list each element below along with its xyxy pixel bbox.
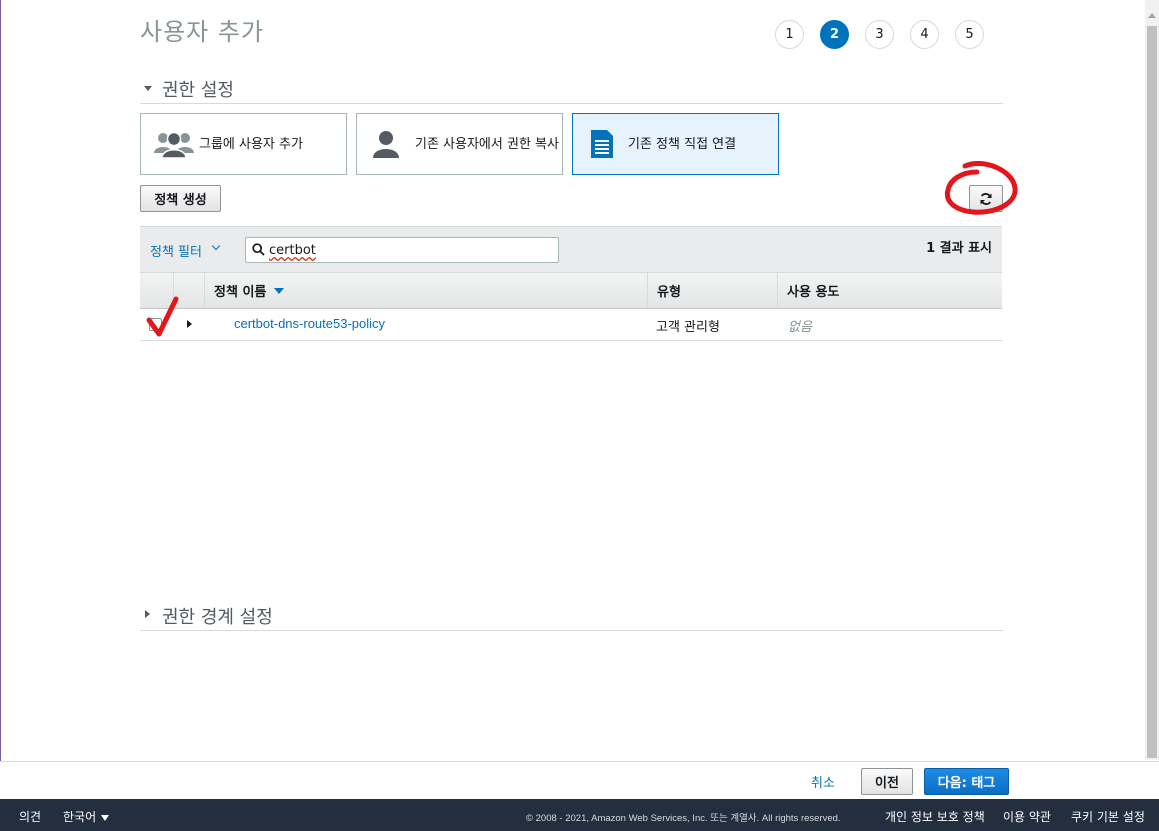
column-header-type[interactable]: 유형: [647, 273, 777, 308]
step-2-current[interactable]: 2: [820, 20, 849, 49]
caret-down-icon: [101, 814, 110, 821]
wizard-steps: 1 2 3 4 5: [775, 20, 984, 49]
option-attach-policies[interactable]: 기존 정책 직접 연결: [572, 113, 779, 175]
annotation-checkmark: [146, 296, 179, 337]
users-group-icon: [153, 129, 195, 159]
results-count: 1 결과 표시: [926, 241, 992, 256]
search-value: certbot: [269, 243, 316, 258]
column-type-label: 유형: [657, 285, 681, 300]
caret-right-icon: [145, 610, 150, 618]
column-name-label: 정책 이름: [214, 285, 267, 300]
previous-button[interactable]: 이전: [861, 768, 913, 795]
sort-desc-icon[interactable]: [274, 287, 285, 294]
policy-usage: 없음: [788, 320, 812, 335]
step-4[interactable]: 4: [910, 20, 939, 49]
terms-link[interactable]: 이용 약관: [1003, 808, 1051, 825]
annotation-circle: [944, 160, 1018, 215]
policy-name-link[interactable]: certbot-dns-route53-policy: [234, 316, 385, 331]
permissions-section-header[interactable]: 권한 설정: [140, 76, 1003, 104]
document-icon: [589, 129, 615, 159]
policy-type: 고객 관리형: [656, 320, 720, 335]
option-copy-permissions-label: 기존 사용자에서 권한 복사: [415, 136, 559, 152]
chevron-down-icon[interactable]: [211, 241, 221, 251]
window-edge: [0, 0, 1, 800]
table-row[interactable]: certbot-dns-route53-policy 고객 관리형 없음: [140, 309, 1002, 341]
page-title: 사용자 추가: [140, 18, 265, 46]
caret-down-icon: [144, 86, 152, 91]
language-label: 한국어: [63, 810, 97, 824]
language-selector[interactable]: 한국어: [63, 808, 110, 825]
boundary-section-title: 권한 경계 설정: [162, 607, 273, 628]
step-5[interactable]: 5: [955, 20, 984, 49]
cancel-link[interactable]: 취소: [811, 772, 835, 791]
option-add-to-group[interactable]: 그룹에 사용자 추가: [140, 113, 347, 175]
policy-table-header: 정책 이름 유형 사용 용도: [140, 272, 1002, 309]
column-header-name[interactable]: 정책 이름: [204, 273, 647, 308]
policy-search-input[interactable]: certbot: [245, 237, 559, 263]
scroll-up-arrow-icon[interactable]: [1148, 13, 1156, 18]
boundary-section-header[interactable]: 권한 경계 설정: [140, 603, 1003, 631]
option-copy-permissions[interactable]: 기존 사용자에서 권한 복사: [356, 113, 563, 175]
option-add-to-group-label: 그룹에 사용자 추가: [199, 136, 303, 152]
column-usage-label: 사용 용도: [787, 285, 840, 300]
policy-toolbar: 정책 필터 certbot 1 결과 표시: [140, 226, 1002, 273]
column-header-usage[interactable]: 사용 용도: [777, 273, 1002, 308]
feedback-link[interactable]: 의견: [19, 808, 41, 825]
step-3[interactable]: 3: [865, 20, 894, 49]
user-icon: [371, 129, 401, 159]
option-attach-policies-label: 기존 정책 직접 연결: [628, 136, 737, 152]
expand-row-icon[interactable]: [187, 320, 192, 328]
policy-filter-dropdown[interactable]: 정책 필터: [150, 241, 202, 260]
step-1[interactable]: 1: [775, 20, 804, 49]
cookie-preferences-link[interactable]: 쿠키 기본 설정: [1071, 808, 1145, 825]
search-icon: [252, 243, 265, 256]
console-footer: 의견 한국어 © 2008 - 2021, Amazon Web Service…: [0, 799, 1159, 831]
permissions-section-title: 권한 설정: [162, 80, 234, 101]
copyright-text: © 2008 - 2021, Amazon Web Services, Inc.…: [526, 813, 841, 824]
privacy-link[interactable]: 개인 정보 보호 정책: [885, 808, 985, 825]
scrollbar-thumb[interactable]: [1147, 26, 1157, 758]
create-policy-button[interactable]: 정책 생성: [140, 185, 221, 212]
next-tags-button[interactable]: 다음: 태그: [924, 768, 1009, 795]
